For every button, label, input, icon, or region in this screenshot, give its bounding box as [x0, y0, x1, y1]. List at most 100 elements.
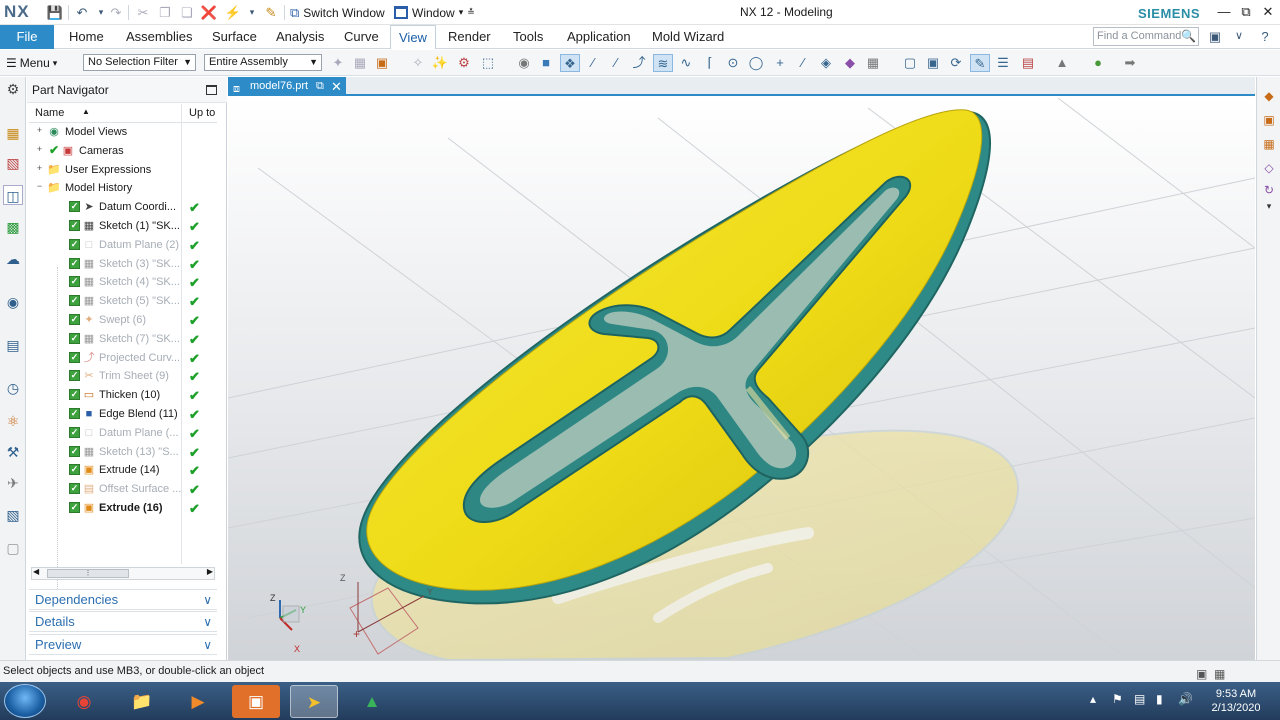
- column-name[interactable]: Name: [35, 107, 64, 119]
- history-feature-row[interactable]: ✓ ▤ Offset Surface ... ✔: [29, 480, 217, 499]
- orient-view-icon[interactable]: ☰: [993, 54, 1013, 72]
- repeat-dropdown-icon[interactable]: ▾: [243, 4, 261, 21]
- tab-tools[interactable]: Tools: [505, 25, 551, 49]
- checkbox-icon[interactable]: ✓: [69, 257, 80, 269]
- part-tab[interactable]: ⧈ model76.prt ⧉ ✕: [228, 77, 346, 96]
- history-feature-row[interactable]: ✓ □ Datum Plane (... ✔: [29, 424, 217, 443]
- blank-palette-icon[interactable]: ▢: [3, 538, 23, 558]
- view-triad-icon[interactable]: ➡: [1120, 54, 1140, 72]
- network-icon[interactable]: ▤: [1134, 692, 1145, 706]
- background-icon[interactable]: ●: [1088, 54, 1108, 72]
- file-explorer-icon[interactable]: 📁: [118, 685, 166, 718]
- scroll-thumb[interactable]: ⋮: [47, 569, 129, 578]
- power-icon[interactable]: ▮: [1156, 692, 1163, 706]
- scroll-left-icon[interactable]: ◀: [33, 567, 39, 576]
- external-window-icon[interactable]: ⧉: [316, 77, 324, 96]
- rotate-icon[interactable]: ⟳: [946, 54, 966, 72]
- tab-surface[interactable]: Surface: [204, 25, 265, 49]
- checkbox-icon[interactable]: ✓: [69, 445, 80, 457]
- mid-point-icon[interactable]: ∕: [606, 54, 626, 72]
- chevron-down-icon[interactable]: ∨: [1230, 28, 1248, 45]
- column-up-to[interactable]: Up to: [189, 107, 215, 119]
- solid-body-filter-icon[interactable]: ◉: [514, 54, 534, 72]
- point-on-curve-icon[interactable]: ∕: [793, 54, 813, 72]
- checkbox-icon[interactable]: ✓: [69, 201, 80, 213]
- history-feature-row[interactable]: ✓ ■ Edge Blend (11) ✔: [29, 405, 217, 424]
- checkbox-icon[interactable]: ✓: [69, 332, 80, 344]
- arc-center-icon[interactable]: ⌈: [700, 54, 720, 72]
- preview-panel[interactable]: Preview ∨: [29, 634, 217, 655]
- tab-view[interactable]: View: [390, 25, 436, 49]
- close-icon[interactable]: ✕: [331, 77, 342, 96]
- existing-point-icon[interactable]: +: [770, 54, 790, 72]
- viewport-canvas[interactable]: Z Y X Z Y +: [228, 98, 1255, 660]
- history-feature-row[interactable]: ✓ ▣ Extrude (14) ✔: [29, 461, 217, 480]
- tab-analysis[interactable]: Analysis: [268, 25, 332, 49]
- history-feature-row[interactable]: ✓ ⤴ Projected Curv... ✔: [29, 349, 217, 368]
- media-player-icon[interactable]: ▶: [174, 685, 222, 718]
- tab-render[interactable]: Render: [440, 25, 499, 49]
- roles-icon[interactable]: ✈: [3, 473, 23, 493]
- end-point-icon[interactable]: ∕: [583, 54, 603, 72]
- system-scenes-icon[interactable]: ▧: [3, 505, 23, 525]
- intersection-point-icon[interactable]: ≋: [653, 54, 673, 72]
- history-feature-row[interactable]: ✓ ▦ Sketch (4) "SK... ✔: [29, 273, 217, 292]
- search-icon[interactable]: 🔍: [1181, 28, 1196, 45]
- control-point-icon[interactable]: ⤴: [629, 54, 649, 72]
- cube-icon[interactable]: ■: [536, 54, 556, 72]
- top-view-icon[interactable]: ▦: [1260, 135, 1278, 153]
- details-panel[interactable]: Details ∨: [29, 611, 217, 632]
- system-clock[interactable]: 9:53 AM 2/13/2020: [1206, 687, 1266, 715]
- ribbon-options-icon[interactable]: ▣: [1206, 28, 1224, 45]
- find-command-input[interactable]: Find a Command 🔍: [1093, 27, 1199, 46]
- nx-taskbar-icon[interactable]: ➤: [290, 685, 338, 718]
- delete-icon[interactable]: ❌: [200, 4, 218, 21]
- select-features-icon[interactable]: ✧: [408, 54, 428, 72]
- checkbox-icon[interactable]: ✓: [69, 351, 80, 363]
- history-feature-row[interactable]: ✓ ✦ Swept (6) ✔: [29, 311, 217, 330]
- checkbox-icon[interactable]: ✓: [69, 502, 80, 513]
- history-feature-row[interactable]: ✓ ➤ Datum Coordi... ✔: [29, 198, 217, 217]
- settings-gear-icon[interactable]: ⚙: [3, 79, 23, 99]
- tree-node[interactable]: + ✔ ▣ Cameras: [29, 142, 217, 161]
- rectangle-select-icon[interactable]: ⬚: [478, 54, 498, 72]
- expand-toggle-icon[interactable]: +: [35, 144, 44, 154]
- overflow-icon[interactable]: ≛: [467, 7, 475, 18]
- assembly-navigator-icon[interactable]: ▦: [3, 123, 23, 143]
- selection-intent-icon[interactable]: ▣: [372, 54, 392, 72]
- expand-toggle-icon[interactable]: +: [35, 126, 44, 135]
- circle-center-icon[interactable]: ⊙: [723, 54, 743, 72]
- general-selection-icon[interactable]: ✦: [328, 54, 348, 72]
- redo-icon[interactable]: ↷: [107, 4, 125, 21]
- repeat-command-icon[interactable]: ⚡: [224, 4, 242, 21]
- web-browser-icon[interactable]: ◉: [3, 292, 23, 312]
- front-view-icon[interactable]: ▣: [1260, 111, 1278, 129]
- process-studio-icon[interactable]: ⚛: [3, 411, 23, 431]
- quadrant-point-icon[interactable]: ◯: [746, 54, 766, 72]
- tab-mold-wizard[interactable]: Mold Wizard: [644, 25, 732, 49]
- history-feature-row[interactable]: ✓ ✂ Trim Sheet (9) ✔: [29, 367, 217, 386]
- file-tab[interactable]: File: [0, 25, 54, 49]
- point-on-face-icon[interactable]: ◈: [816, 54, 836, 72]
- minimize-button[interactable]: —: [1214, 3, 1234, 21]
- snap-point-icon[interactable]: ❖: [560, 54, 580, 72]
- touch-mode-icon[interactable]: ✎: [262, 4, 280, 21]
- tab-home[interactable]: Home: [61, 25, 112, 49]
- undo-icon[interactable]: ↶: [73, 4, 91, 21]
- manufacturing-wizards-icon[interactable]: ⚒: [3, 442, 23, 462]
- pin-icon[interactable]: [206, 85, 217, 95]
- render-style-icon[interactable]: ▲: [1052, 54, 1072, 72]
- iso-view-icon[interactable]: ◇: [1260, 159, 1278, 177]
- tree-node[interactable]: − 📁 Model History: [29, 179, 217, 198]
- select-bodies-icon[interactable]: ✨: [430, 54, 450, 72]
- checkbox-icon[interactable]: ✓: [69, 370, 80, 382]
- horizontal-scrollbar[interactable]: ◀ ⋮ ▶: [31, 567, 215, 580]
- tab-assemblies[interactable]: Assemblies: [118, 25, 200, 49]
- selection-filter-dropdown[interactable]: No Selection Filter ▼: [83, 54, 196, 71]
- history-feature-row[interactable]: ✓ ▦ Sketch (13) "S... ✔: [29, 443, 217, 462]
- checkbox-icon[interactable]: ✓: [69, 464, 80, 476]
- constraint-navigator-icon[interactable]: ▧: [3, 153, 23, 173]
- select-components-icon[interactable]: ⚙: [454, 54, 474, 72]
- menu-button[interactable]: ☰ Menu ▾: [6, 54, 57, 72]
- recorder-icon[interactable]: ▣: [232, 685, 280, 718]
